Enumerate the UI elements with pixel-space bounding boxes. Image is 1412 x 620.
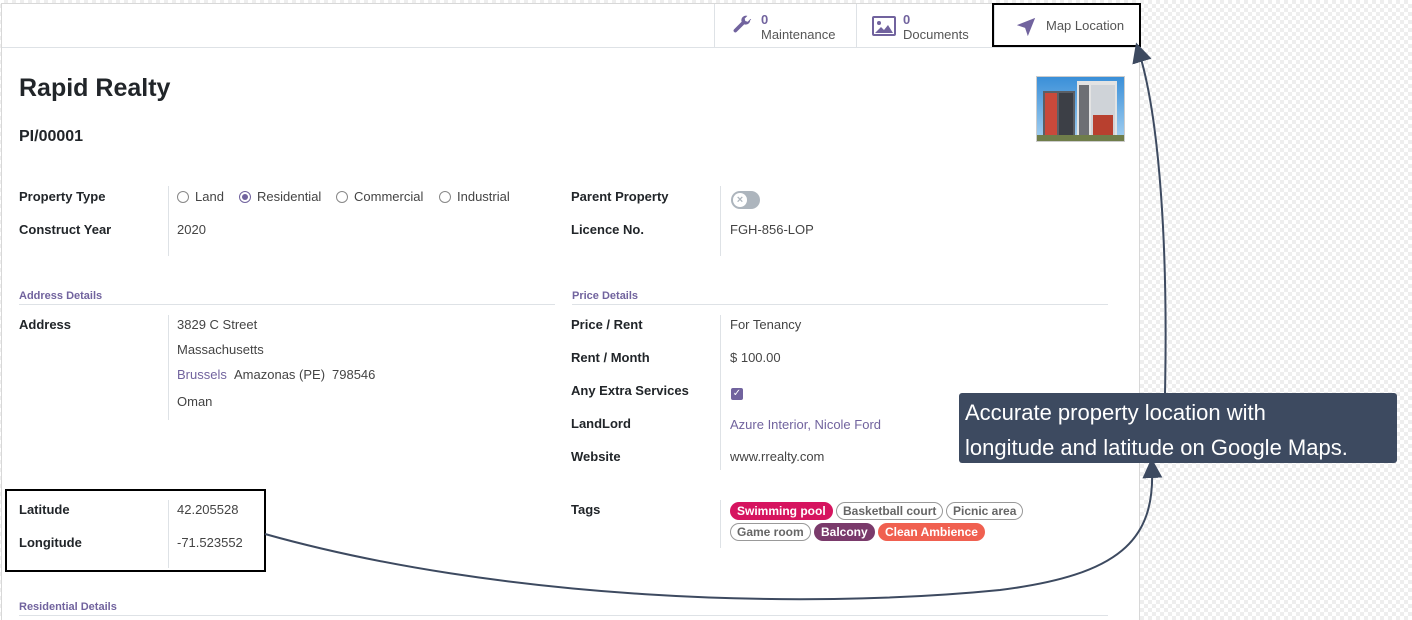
documents-button[interactable]: 0 Documents [856, 4, 994, 48]
section-separator [19, 304, 555, 305]
smart-button-box: 0 Maintenance 0 Documents Map Location [2, 4, 1139, 48]
address-label: Address [19, 317, 72, 332]
tag-chip[interactable]: Clean Ambience [878, 523, 985, 541]
wrench-icon [733, 15, 752, 33]
licence-no-label: Licence No. [571, 222, 644, 237]
address-country[interactable]: Oman [177, 394, 212, 409]
address-street[interactable]: 3829 C Street [177, 317, 257, 332]
extra-services-label: Any Extra Services [571, 383, 689, 398]
radio-industrial[interactable]: Industrial [439, 189, 510, 204]
field-divider [168, 186, 169, 256]
maintenance-button[interactable]: 0 Maintenance [714, 4, 856, 48]
landlord-value[interactable]: Azure Interior, Nicole Ford [730, 417, 881, 432]
radio-residential-label: Residential [257, 189, 322, 204]
feature-callout: Accurate property location with longitud… [959, 393, 1397, 463]
maintenance-label: Maintenance [761, 27, 836, 42]
property-type-label: Property Type [19, 189, 106, 204]
radio-land-label: Land [195, 189, 224, 204]
price-rent-label: Price / Rent [571, 317, 643, 332]
radio-commercial-label: Commercial [354, 189, 424, 204]
lat-long-highlight [5, 489, 266, 572]
map-location-highlight [992, 3, 1141, 47]
property-image[interactable] [1036, 76, 1125, 142]
radio-land[interactable]: Land [177, 189, 224, 204]
tag-chip[interactable]: Basketball court [836, 502, 944, 520]
field-divider [720, 315, 721, 470]
tag-chip[interactable]: Picnic area [946, 502, 1024, 520]
address-city[interactable]: Brussels [177, 367, 227, 382]
website-value[interactable]: www.rrealty.com [730, 449, 824, 464]
tags-label: Tags [571, 502, 601, 517]
field-divider [720, 186, 721, 256]
image-icon [872, 16, 896, 36]
radio-industrial-label: Industrial [457, 189, 510, 204]
address-state-line[interactable]: Massachusetts [177, 342, 264, 357]
record-reference: PI/00001 [19, 128, 84, 145]
price-details-heading: Price Details [572, 290, 639, 302]
field-divider [720, 500, 721, 548]
radio-commercial-circle [336, 190, 348, 203]
tag-chip[interactable]: Balcony [814, 523, 875, 541]
rent-month-label: Rent / Month [571, 350, 650, 365]
landlord-label: LandLord [571, 416, 631, 431]
address-zip[interactable]: 798546 [332, 367, 375, 382]
section-separator [572, 304, 1108, 305]
callout-line-1: Accurate property location with [965, 400, 1266, 425]
documents-count: 0 [903, 12, 911, 27]
radio-residential-circle [239, 190, 251, 203]
parent-property-toggle[interactable]: × [731, 191, 760, 209]
field-divider [168, 315, 169, 420]
record-title: Rapid Realty [19, 74, 171, 102]
rent-month-value[interactable]: $ 100.00 [730, 350, 781, 365]
extra-services-checkbox[interactable]: ✓ [731, 388, 743, 400]
documents-label: Documents [903, 27, 969, 42]
price-rent-value[interactable]: For Tenancy [730, 317, 801, 332]
radio-industrial-circle [439, 190, 451, 203]
tag-chip[interactable]: Swimming pool [730, 502, 833, 520]
toggle-off-icon: × [733, 193, 747, 207]
maintenance-count: 0 [761, 12, 769, 27]
building-photo [1037, 77, 1124, 141]
parent-property-label: Parent Property [571, 189, 669, 204]
section-separator [19, 615, 1108, 616]
licence-no-value[interactable]: FGH-856-LOP [730, 222, 814, 237]
construct-year-value[interactable]: 2020 [177, 222, 206, 237]
website-label: Website [571, 449, 621, 464]
residential-details-heading: Residential Details [19, 601, 117, 613]
arrow-to-map-button [1132, 42, 1167, 394]
callout-line-2: longitude and latitude on Google Maps. [965, 435, 1348, 460]
address-details-heading: Address Details [19, 290, 103, 302]
radio-land-circle [177, 190, 189, 203]
construct-year-label: Construct Year [19, 222, 112, 237]
tag-chip[interactable]: Game room [730, 523, 811, 541]
address-state[interactable]: Amazonas (PE) [234, 367, 325, 382]
radio-commercial[interactable]: Commercial [336, 189, 423, 204]
radio-residential[interactable]: Residential [239, 189, 321, 204]
